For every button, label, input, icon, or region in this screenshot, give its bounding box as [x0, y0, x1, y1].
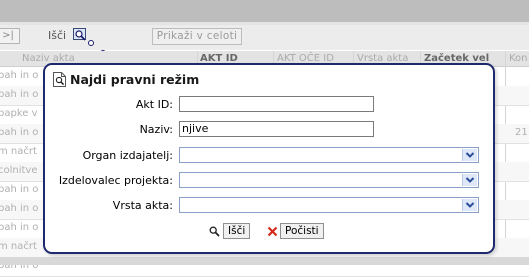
organ-label: Organ izdajatelj:	[82, 149, 173, 162]
organ-select[interactable]	[179, 147, 479, 163]
top-bar	[0, 0, 529, 23]
dropdown-arrow[interactable]	[462, 199, 477, 211]
dialog-title-bar: Najdi pravni režim	[53, 70, 199, 88]
table-cell: bah in o	[0, 127, 39, 138]
table-cell: bah in o	[0, 203, 39, 214]
dialog-title: Najdi pravni režim	[70, 71, 200, 87]
column-header[interactable]: Kon	[509, 53, 528, 64]
cursor-dot	[88, 40, 94, 46]
table-cell: 21	[515, 127, 528, 138]
table-cell: bah in o	[0, 70, 39, 81]
table-cell: bah in o	[0, 222, 39, 233]
table-cell: bah in o	[0, 89, 39, 100]
clear-icon[interactable]	[267, 226, 278, 237]
dropdown-arrow[interactable]	[462, 149, 477, 161]
izdelovalec-select[interactable]	[179, 172, 479, 188]
akt-id-label: Akt ID:	[135, 98, 173, 111]
akt-id-input[interactable]	[179, 96, 374, 112]
search-icon[interactable]	[209, 226, 220, 237]
table-cell: papke v	[0, 108, 38, 119]
find-legal-regime-dialog: Najdi pravni režim Akt ID: Naziv: Organ …	[43, 63, 495, 254]
table-cell: m načrt	[0, 241, 37, 252]
dropdown-arrow[interactable]	[462, 174, 477, 186]
search-icon[interactable]	[73, 28, 89, 42]
chevron-down-icon	[465, 202, 475, 208]
chevron-down-icon	[465, 152, 475, 158]
table-cell: colnitve	[0, 165, 38, 176]
clear-button[interactable]: Počisti	[280, 223, 324, 239]
table-cell: bah in o	[0, 184, 39, 195]
izdelovalec-label: Izdelovalec projekta:	[58, 174, 173, 187]
document-search-icon	[53, 71, 66, 87]
status-strip	[0, 257, 529, 265]
show-all-button[interactable]: Prikaži v celoti	[152, 28, 242, 45]
search-button[interactable]: Išči	[223, 223, 251, 239]
chevron-down-icon	[465, 177, 475, 183]
vrsta-select[interactable]	[179, 197, 479, 213]
vrsta-label: Vrsta akta:	[112, 199, 173, 212]
table-cell: m načrt	[0, 146, 37, 157]
last-page-button[interactable]: >|	[0, 28, 20, 44]
naziv-label: Naziv:	[139, 123, 173, 136]
naziv-input[interactable]	[179, 121, 374, 137]
search-label: Išči	[48, 29, 67, 42]
